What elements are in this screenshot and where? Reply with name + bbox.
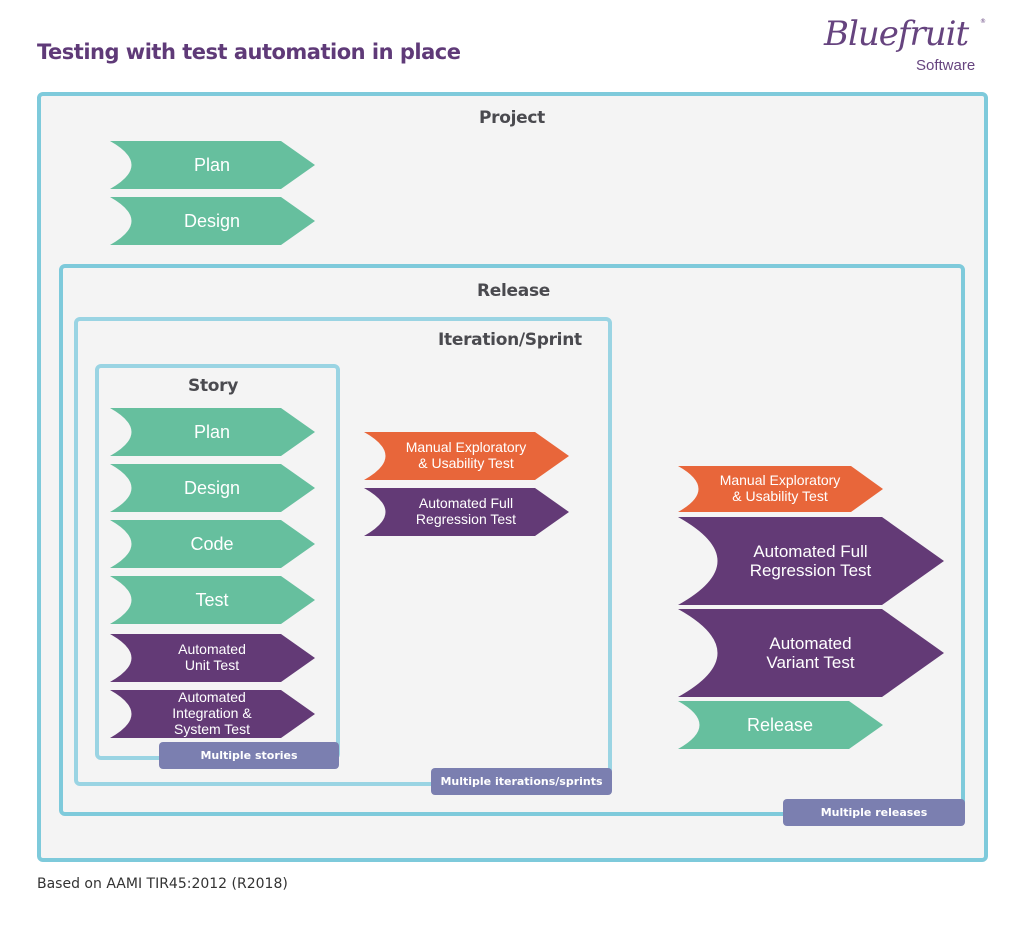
- page-title: Testing with test automation in place: [37, 40, 461, 64]
- release-step-release: Release: [678, 701, 883, 749]
- multiple-stories-tag: Multiple stories: [159, 742, 339, 769]
- multiple-releases-tag: Multiple releases: [783, 799, 965, 826]
- registered-mark: ®: [980, 18, 986, 25]
- arrow-label: Automated Unit Test: [178, 641, 246, 673]
- arrow-label: Plan: [193, 421, 231, 442]
- story-step-design: Design: [110, 464, 315, 512]
- arrow-label: Automated Variant Test: [766, 633, 855, 672]
- logo-subtitle: Software: [916, 57, 976, 74]
- arrow-label: Plan: [193, 154, 231, 175]
- story-label: Story: [188, 376, 239, 396]
- project-step-design: Design: [110, 197, 315, 245]
- arrow-label: Design: [183, 477, 241, 498]
- footer-note: Based on AAMI TIR45:2012 (R2018): [37, 876, 288, 892]
- release-step-automated-full-regression-test: Automated Full Regression Test: [678, 517, 944, 605]
- arrow-label: Release: [746, 714, 814, 735]
- logo-wordmark: Bluefruit: [824, 14, 969, 54]
- arrow-label: Manual Exploratory & Usability Test: [719, 472, 841, 504]
- arrow-label: Design: [183, 210, 241, 231]
- story-step-code: Code: [110, 520, 315, 568]
- story-step-plan: Plan: [110, 408, 315, 456]
- iteration-step-manual-exploratory-usability-test: Manual Exploratory & Usability Test: [364, 432, 569, 480]
- arrow-label: Manual Exploratory & Usability Test: [405, 439, 527, 471]
- iteration-step-automated-full-regression-test: Automated Full Regression Test: [364, 488, 569, 536]
- story-step-automated-integration-system-test: Automated Integration & System Test: [110, 690, 315, 738]
- release-step-automated-variant-test: Automated Variant Test: [678, 609, 944, 697]
- arrow-label: Automated Full Regression Test: [749, 541, 872, 580]
- story-step-test: Test: [110, 576, 315, 624]
- bluefruit-logo: Bluefruit ® Software: [820, 14, 990, 78]
- story-step-automated-unit-test: Automated Unit Test: [110, 634, 315, 682]
- project-step-plan: Plan: [110, 141, 315, 189]
- multiple-iterations-tag: Multiple iterations/sprints: [431, 768, 612, 795]
- arrow-label: Automated Full Regression Test: [415, 495, 517, 527]
- release-step-manual-exploratory-usability-test: Manual Exploratory & Usability Test: [678, 466, 883, 512]
- project-label: Project: [479, 108, 545, 128]
- arrow-label: Test: [195, 589, 229, 610]
- arrow-label: Code: [190, 533, 234, 554]
- iteration-label: Iteration/Sprint: [438, 330, 582, 350]
- release-label: Release: [477, 281, 550, 301]
- arrow-label: Automated Integration & System Test: [172, 689, 252, 737]
